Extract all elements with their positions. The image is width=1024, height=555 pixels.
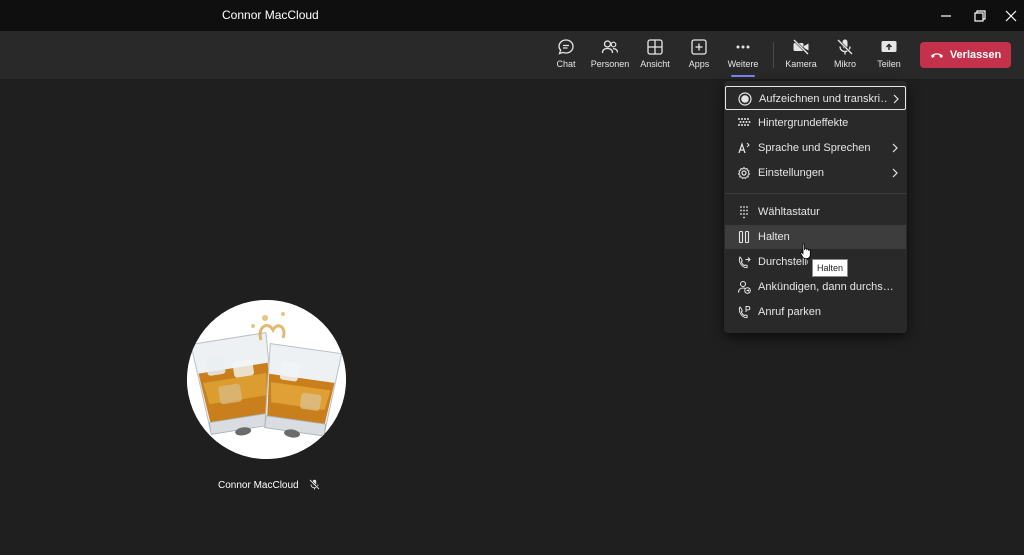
add-app-icon <box>691 39 707 55</box>
chevron-right-icon <box>892 143 898 153</box>
close-icon <box>1005 10 1017 21</box>
people-icon <box>601 40 619 54</box>
menu-item-label: Sprache und Sprechen <box>758 142 871 154</box>
view-label: Ansicht <box>640 59 670 69</box>
chevron-right-icon <box>893 94 899 104</box>
menu-item-label: Anruf parken <box>758 306 821 318</box>
menu-item-background-effects[interactable]: Hintergrundeffekte <box>725 111 906 135</box>
camera-off-icon <box>793 39 809 55</box>
active-indicator <box>731 75 755 77</box>
language-icon <box>738 142 750 154</box>
menu-item-record[interactable]: Aufzeichnen und transkri… <box>725 86 906 110</box>
park-call-icon <box>738 306 751 319</box>
toolbar-divider <box>773 42 774 68</box>
chat-button[interactable]: Chat <box>544 38 588 74</box>
grid-view-icon <box>647 39 663 55</box>
more-button[interactable]: Weitere <box>721 38 765 77</box>
apps-button[interactable]: Apps <box>677 38 721 74</box>
leave-label: Verlassen <box>949 49 1002 61</box>
whiskey-glasses-image <box>187 300 346 459</box>
settings-icon <box>737 166 751 180</box>
participant-avatar <box>187 300 346 459</box>
more-label: Weitere <box>727 59 759 69</box>
participant-name-row: Connor MacCloud <box>218 479 321 491</box>
mic-off-icon <box>309 479 321 490</box>
menu-item-park-call[interactable]: Anruf parken <box>725 300 906 324</box>
menu-item-consult-transfer[interactable]: Ankündigen, dann durchs… <box>725 275 906 299</box>
menu-item-label: Wähltastatur <box>758 206 820 218</box>
restore-icon <box>974 9 986 22</box>
consult-transfer-icon <box>737 280 751 294</box>
menu-divider <box>725 193 906 194</box>
participant-name: Connor MacCloud <box>218 480 299 491</box>
menu-item-label: Hintergrundeffekte <box>758 117 849 129</box>
menu-item-label: Ankündigen, dann durchs… <box>758 281 894 293</box>
chat-icon <box>558 39 574 55</box>
mic-off-icon <box>837 39 853 55</box>
camera-label: Kamera <box>785 59 817 69</box>
people-button[interactable]: Personen <box>588 38 632 74</box>
minimize-icon <box>941 14 951 17</box>
more-options-menu: Aufzeichnen und transkri… Hintergrundeff… <box>724 81 907 333</box>
leave-button[interactable]: Verlassen <box>920 42 1011 68</box>
people-label: Personen <box>590 59 630 69</box>
close-window-button[interactable] <box>991 0 1024 31</box>
title-bar: Connor MacCloud <box>0 0 1024 31</box>
menu-item-label: Aufzeichnen und transkri… <box>759 93 887 105</box>
mic-label: Mikro <box>834 59 856 69</box>
window-title: Connor MacCloud <box>222 8 319 22</box>
menu-item-settings[interactable]: Einstellungen <box>725 161 906 185</box>
view-button[interactable]: Ansicht <box>633 38 677 74</box>
share-button[interactable]: Teilen <box>867 38 911 74</box>
tooltip: Halten <box>812 259 849 277</box>
apps-label: Apps <box>688 59 710 69</box>
record-icon <box>738 92 752 106</box>
menu-item-label: Halten <box>758 231 790 243</box>
share-label: Teilen <box>877 59 901 69</box>
more-icon <box>736 45 750 49</box>
chat-label: Chat <box>556 59 576 69</box>
hand-cursor-icon <box>800 243 811 259</box>
background-effects-icon <box>738 118 751 126</box>
camera-button[interactable]: Kamera <box>779 38 823 74</box>
mic-button[interactable]: Mikro <box>823 38 867 74</box>
menu-item-label: Einstellungen <box>758 167 825 179</box>
chevron-right-icon <box>892 168 898 178</box>
pause-icon <box>738 230 750 244</box>
transfer-icon <box>738 256 751 269</box>
share-screen-icon <box>881 41 897 52</box>
hang-up-icon <box>930 53 943 58</box>
dialpad-icon <box>740 206 748 219</box>
menu-item-hold[interactable]: Halten <box>725 225 906 249</box>
menu-item-language[interactable]: Sprache und Sprechen <box>725 136 906 160</box>
menu-item-dialpad[interactable]: Wähltastatur <box>725 200 906 224</box>
